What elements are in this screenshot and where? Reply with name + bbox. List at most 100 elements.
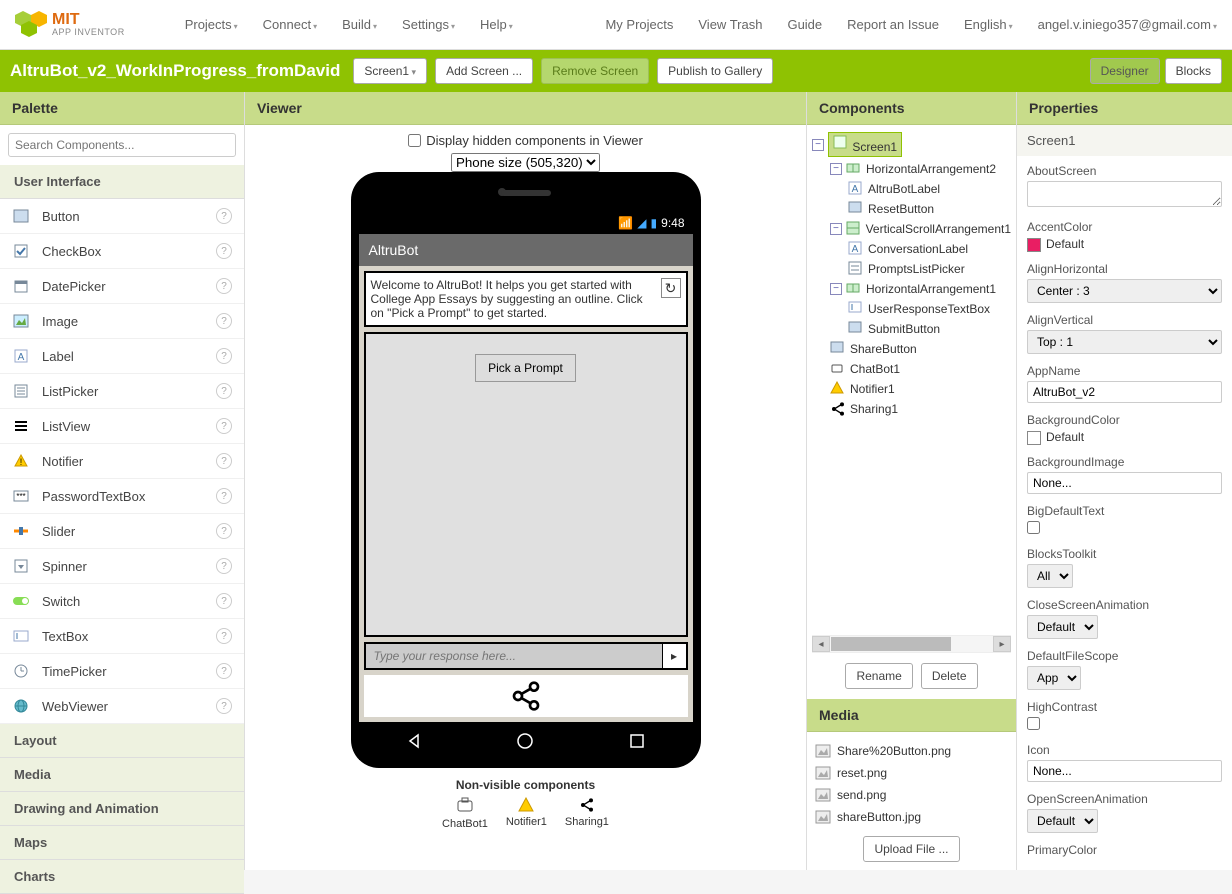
tree-ha1[interactable]: −HorizontalArrangement1 — [812, 279, 1011, 299]
reset-button[interactable]: ↻ — [661, 278, 681, 298]
prop-bgimage-input[interactable] — [1027, 472, 1222, 494]
cat-drawing[interactable]: Drawing and Animation — [0, 792, 244, 826]
nonvis-chatbot[interactable]: ChatBot1 — [442, 797, 488, 830]
palette-datepicker[interactable]: DatePicker? — [0, 269, 244, 304]
palette-passwordtextbox[interactable]: ***PasswordTextBox? — [0, 479, 244, 514]
prop-appname-label: AppName — [1027, 364, 1222, 378]
search-input[interactable] — [8, 133, 236, 157]
components-title: Components — [807, 92, 1016, 125]
menu-help[interactable]: Help▾ — [480, 17, 513, 32]
textbox-icon — [12, 627, 30, 645]
designer-button[interactable]: Designer — [1090, 58, 1160, 84]
response-input[interactable] — [366, 644, 662, 668]
pick-prompt-button[interactable]: Pick a Prompt — [475, 354, 576, 382]
screen-selector[interactable]: Screen1 — [353, 58, 427, 84]
tree-submit[interactable]: SubmitButton — [812, 319, 1011, 339]
prop-bigtext-label: BigDefaultText — [1027, 504, 1222, 518]
remove-screen-button[interactable]: Remove Screen — [541, 58, 649, 84]
tree-vsa[interactable]: −VerticalScrollArrangement1 — [812, 219, 1011, 239]
prop-alignh-select[interactable]: Center : 3 — [1027, 279, 1222, 303]
palette-checkbox[interactable]: CheckBox? — [0, 234, 244, 269]
menu-report[interactable]: Report an Issue — [847, 17, 939, 32]
phone-size-select[interactable]: Phone size (505,320) — [451, 153, 600, 172]
palette-slider[interactable]: Slider? — [0, 514, 244, 549]
menu-viewtrash[interactable]: View Trash — [698, 17, 762, 32]
cat-media[interactable]: Media — [0, 758, 244, 792]
palette-label[interactable]: ALabel? — [0, 339, 244, 374]
tree-reset[interactable]: ResetButton — [812, 199, 1011, 219]
prop-toolkit-select[interactable]: All — [1027, 564, 1073, 588]
palette-textbox[interactable]: TextBox? — [0, 619, 244, 654]
svg-text:A: A — [852, 184, 859, 195]
blocks-button[interactable]: Blocks — [1165, 58, 1222, 84]
nonvis-sharing[interactable]: Sharing1 — [565, 797, 609, 830]
prop-bigtext-check[interactable] — [1027, 521, 1040, 534]
tree-scrollbar[interactable]: ◂▸ — [812, 635, 1011, 653]
tree-notifier[interactable]: Notifier1 — [812, 379, 1011, 399]
menu-myprojects[interactable]: My Projects — [605, 17, 673, 32]
media-item[interactable]: Share%20Button.png — [815, 740, 1008, 762]
palette-timepicker[interactable]: TimePicker? — [0, 654, 244, 689]
delete-button[interactable]: Delete — [921, 663, 978, 689]
prop-openanim-select[interactable]: Default — [1027, 809, 1098, 833]
prop-accentcolor-value[interactable]: Default — [1027, 237, 1222, 252]
menu-projects[interactable]: Projects▾ — [185, 17, 238, 32]
cat-charts[interactable]: Charts — [0, 860, 244, 894]
tree-convlabel[interactable]: AConversationLabel — [812, 239, 1011, 259]
prop-filescope-select[interactable]: App — [1027, 666, 1081, 690]
upload-button[interactable]: Upload File ... — [863, 836, 959, 862]
cat-user-interface[interactable]: User Interface — [0, 165, 244, 199]
menu-build[interactable]: Build▾ — [342, 17, 377, 32]
nonvis-notifier[interactable]: Notifier1 — [506, 797, 547, 830]
send-button[interactable]: ▸ — [662, 644, 686, 668]
menu-language[interactable]: English▾ — [964, 17, 1013, 32]
media-item[interactable]: send.png — [815, 784, 1008, 806]
switch-icon — [12, 592, 30, 610]
prop-closeanim-select[interactable]: Default — [1027, 615, 1098, 639]
menu-guide[interactable]: Guide — [787, 17, 822, 32]
hidden-checkbox[interactable] — [408, 134, 421, 147]
home-icon[interactable] — [515, 731, 535, 751]
publish-button[interactable]: Publish to Gallery — [657, 58, 773, 84]
tree-altrulabel[interactable]: AAltruBotLabel — [812, 179, 1011, 199]
share-icon[interactable] — [510, 680, 542, 712]
prop-closeanim-label: CloseScreenAnimation — [1027, 598, 1222, 612]
logo[interactable]: MIT APP INVENTOR — [15, 11, 125, 39]
palette-listview[interactable]: ListView? — [0, 409, 244, 444]
prop-icon-input[interactable] — [1027, 760, 1222, 782]
recent-icon[interactable] — [627, 731, 647, 751]
tree-screen1[interactable]: − Screen1 — [812, 130, 1011, 159]
menu-connect[interactable]: Connect▾ — [263, 17, 317, 32]
project-name: AltruBot_v2_WorkInProgress_fromDavid — [10, 61, 340, 81]
tree-chatbot[interactable]: ChatBot1 — [812, 359, 1011, 379]
media-item[interactable]: reset.png — [815, 762, 1008, 784]
palette-switch[interactable]: Switch? — [0, 584, 244, 619]
tree-urtb[interactable]: UserResponseTextBox — [812, 299, 1011, 319]
rename-button[interactable]: Rename — [845, 663, 912, 689]
tree-sharebtn[interactable]: ShareButton — [812, 339, 1011, 359]
palette-spinner[interactable]: Spinner? — [0, 549, 244, 584]
status-bar: 📶 ◢ ▮ 9:48 — [359, 212, 693, 234]
palette-listpicker[interactable]: ListPicker? — [0, 374, 244, 409]
tree-ha2[interactable]: −HorizontalArrangement2 — [812, 159, 1011, 179]
add-screen-button[interactable]: Add Screen ... — [435, 58, 533, 84]
palette-button[interactable]: Button? — [0, 199, 244, 234]
prop-bgcolor-value[interactable]: Default — [1027, 430, 1222, 445]
tree-sharing[interactable]: Sharing1 — [812, 399, 1011, 419]
menu-account[interactable]: angel.v.iniego357@gmail.com▾ — [1038, 17, 1217, 32]
palette-notifier[interactable]: !Notifier? — [0, 444, 244, 479]
cat-layout[interactable]: Layout — [0, 724, 244, 758]
media-item[interactable]: shareButton.jpg — [815, 806, 1008, 828]
back-icon[interactable] — [404, 731, 424, 751]
prop-alignv-select[interactable]: Top : 1 — [1027, 330, 1222, 354]
menu-settings[interactable]: Settings▾ — [402, 17, 455, 32]
help-icon[interactable]: ? — [216, 208, 232, 224]
prop-aboutscreen-input[interactable] — [1027, 181, 1222, 207]
prop-appname-input[interactable] — [1027, 381, 1222, 403]
palette-webviewer[interactable]: WebViewer? — [0, 689, 244, 724]
app-titlebar: AltruBot — [359, 234, 693, 266]
prop-highcontrast-check[interactable] — [1027, 717, 1040, 730]
tree-promptslist[interactable]: PromptsListPicker — [812, 259, 1011, 279]
palette-image[interactable]: Image? — [0, 304, 244, 339]
cat-maps[interactable]: Maps — [0, 826, 244, 860]
